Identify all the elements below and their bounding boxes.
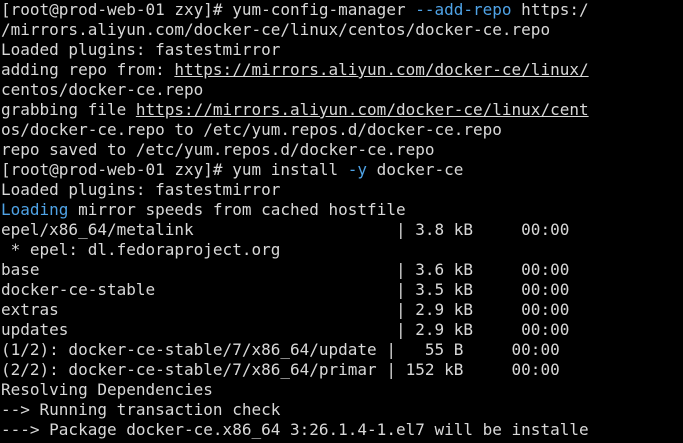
terminal-text: [root@prod-web-01 zxy]# yum-config-manag… xyxy=(1,0,416,19)
terminal-text: Resolving Dependencies xyxy=(1,380,213,399)
terminal-text: docker-ce xyxy=(367,160,464,179)
terminal-text: (2/2): docker-ce-stable/7/x86_64/primar … xyxy=(1,360,560,379)
terminal-text: ---> Package docker-ce.x86_64 3:26.1.4-1… xyxy=(1,420,589,439)
terminal-text: epel/x86_64/metalink | 3.8 kB 00:00 xyxy=(1,220,570,239)
terminal-text: Loaded plugins: fastestmirror xyxy=(1,40,281,59)
terminal-line: Loading mirror speeds from cached hostfi… xyxy=(1,200,683,220)
terminal-text: mirror speeds from cached hostfile xyxy=(68,200,406,219)
command-option: --add-repo xyxy=(415,0,512,19)
terminal-text: [root@prod-web-01 zxy]# yum install xyxy=(1,160,348,179)
terminal-text: updates | 2.9 kB 00:00 xyxy=(1,320,570,339)
terminal-line: /mirrors.aliyun.com/docker-ce/linux/cent… xyxy=(1,20,683,40)
terminal-line: [root@prod-web-01 zxy]# yum install -y d… xyxy=(1,160,683,180)
terminal-text: os/docker-ce.repo to /etc/yum.repos.d/do… xyxy=(1,120,502,139)
terminal-line: docker-ce-stable | 3.5 kB 00:00 xyxy=(1,280,683,300)
terminal-line: os/docker-ce.repo to /etc/yum.repos.d/do… xyxy=(1,120,683,140)
terminal-line: epel/x86_64/metalink | 3.8 kB 00:00 xyxy=(1,220,683,240)
terminal-text: centos/docker-ce.repo xyxy=(1,80,204,99)
terminal-text: grabbing file xyxy=(1,100,136,119)
terminal-line: * epel: dl.fedoraproject.org xyxy=(1,240,683,260)
terminal-line: --> Running transaction check xyxy=(1,400,683,420)
command-option: -y xyxy=(347,160,368,179)
terminal-line: centos/docker-ce.repo xyxy=(1,80,683,100)
terminal-text: base | 3.6 kB 00:00 xyxy=(1,260,570,279)
terminal-line: [root@prod-web-01 zxy]# yum-config-manag… xyxy=(1,0,683,20)
terminal-text: --> Running transaction check xyxy=(1,400,281,419)
terminal-text: * epel: dl.fedoraproject.org xyxy=(1,240,281,259)
terminal-text: https:/ xyxy=(511,0,589,19)
url-link[interactable]: https://mirrors.aliyun.com/docker-ce/lin… xyxy=(136,100,589,119)
terminal-text: extras | 2.9 kB 00:00 xyxy=(1,300,570,319)
terminal-line: Resolving Dependencies xyxy=(1,380,683,400)
terminal-line: grabbing file https://mirrors.aliyun.com… xyxy=(1,100,683,120)
terminal-line: (1/2): docker-ce-stable/7/x86_64/update … xyxy=(1,340,683,360)
terminal-text: docker-ce-stable | 3.5 kB 00:00 xyxy=(1,280,570,299)
terminal-text: (1/2): docker-ce-stable/7/x86_64/update … xyxy=(1,340,560,359)
terminal-line: updates | 2.9 kB 00:00 xyxy=(1,320,683,340)
terminal-line: (2/2): docker-ce-stable/7/x86_64/primar … xyxy=(1,360,683,380)
terminal-text: adding repo from: xyxy=(1,60,175,79)
terminal-line: adding repo from: https://mirrors.aliyun… xyxy=(1,60,683,80)
terminal-window[interactable]: [root@prod-web-01 zxy]# yum-config-manag… xyxy=(0,0,683,443)
terminal-line: Loaded plugins: fastestmirror xyxy=(1,180,683,200)
terminal-line: repo saved to /etc/yum.repos.d/docker-ce… xyxy=(1,140,683,160)
terminal-text: /mirrors.aliyun.com/docker-ce/linux/cent… xyxy=(1,20,551,39)
terminal-line: Loaded plugins: fastestmirror xyxy=(1,40,683,60)
status-keyword: Loading xyxy=(1,200,69,219)
url-link[interactable]: https://mirrors.aliyun.com/docker-ce/lin… xyxy=(174,60,588,79)
terminal-text: repo saved to /etc/yum.repos.d/docker-ce… xyxy=(1,140,435,159)
terminal-line: base | 3.6 kB 00:00 xyxy=(1,260,683,280)
terminal-text: Loaded plugins: fastestmirror xyxy=(1,180,281,199)
terminal-line: extras | 2.9 kB 00:00 xyxy=(1,300,683,320)
terminal-line: ---> Package docker-ce.x86_64 3:26.1.4-1… xyxy=(1,420,683,440)
